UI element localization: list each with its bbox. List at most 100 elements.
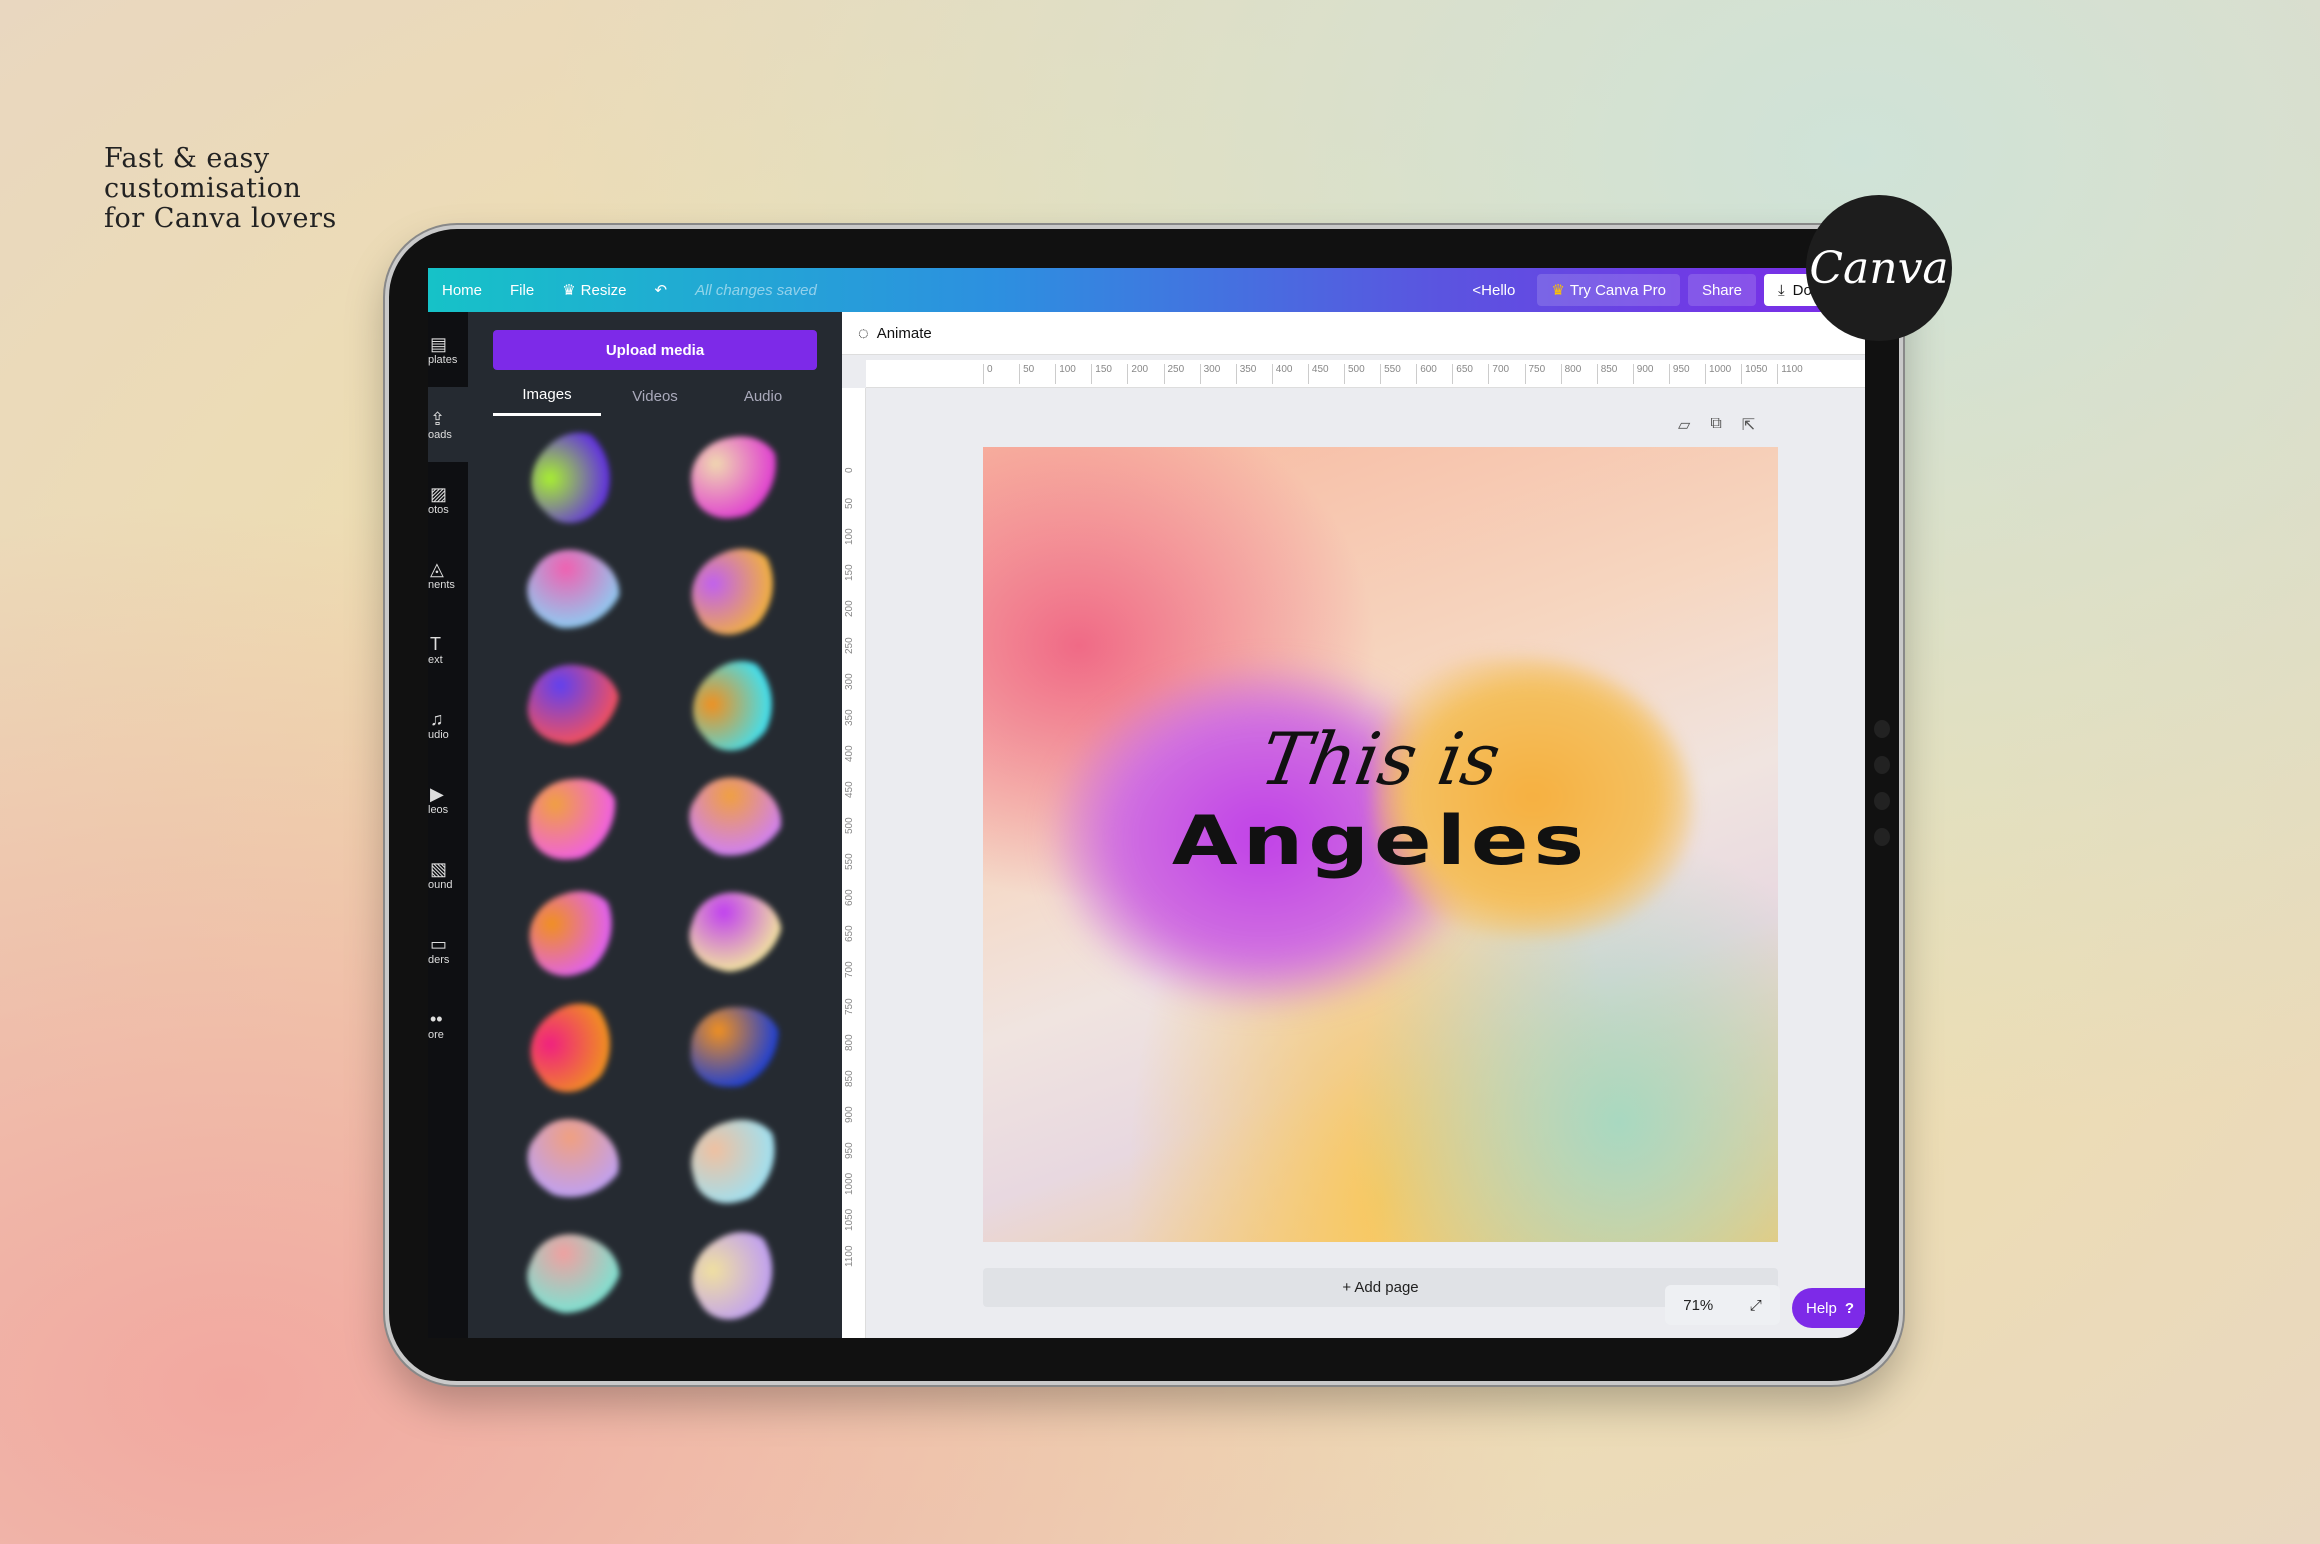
image-grid bbox=[493, 416, 817, 1333]
ruler-tick: 0 bbox=[983, 364, 993, 384]
rail-icon: ▶ bbox=[430, 783, 444, 804]
gradient-shape-image bbox=[682, 1111, 790, 1211]
script-text[interactable]: This is bbox=[983, 717, 1778, 801]
rail-item-ore[interactable]: •• ore bbox=[428, 987, 468, 1062]
rail-label: ore bbox=[428, 1028, 444, 1041]
image-thumbnail[interactable] bbox=[493, 762, 655, 876]
home-button[interactable]: Home bbox=[428, 274, 496, 306]
tablet-side-buttons bbox=[1874, 720, 1890, 846]
ruler-tick: 550 bbox=[844, 853, 855, 871]
crown-icon: ♛ bbox=[562, 282, 576, 299]
image-thumbnail[interactable] bbox=[655, 534, 817, 648]
ruler-tick: 850 bbox=[1596, 364, 1617, 384]
horizontal-ruler: 0 50 100 150 200 250 300 350 400 450 500 550 600 650 7… bbox=[866, 360, 1865, 388]
zoom-level[interactable]: 71% bbox=[1683, 1297, 1713, 1314]
rail-item-ders[interactable]: ▭ ders bbox=[428, 912, 468, 987]
rail-icon: ♫ bbox=[430, 708, 444, 729]
gradient-shape-image bbox=[685, 431, 787, 523]
ruler-tick: 100 bbox=[1055, 364, 1076, 384]
rail-item-leos[interactable]: ▶ leos bbox=[428, 762, 468, 837]
rail-icon: T bbox=[430, 633, 441, 654]
canva-editor: Home File ♛ Resize ↶ All changes saved <H… bbox=[428, 268, 1865, 1338]
rail-item-nents[interactable]: ◬ nents bbox=[428, 537, 468, 612]
rail-label: ders bbox=[428, 953, 450, 966]
ruler-tick: 500 bbox=[844, 817, 855, 834]
rail-label: otos bbox=[428, 503, 449, 516]
hello-link[interactable]: <Hello bbox=[1458, 274, 1529, 306]
image-thumbnail[interactable] bbox=[655, 420, 817, 534]
note-icon[interactable]: ▱ bbox=[1678, 415, 1690, 435]
zoom-control[interactable]: 71% ⤢ bbox=[1665, 1285, 1780, 1325]
ruler-tick: 1050 bbox=[1741, 364, 1767, 384]
gradient-shape-image bbox=[514, 988, 634, 1106]
image-thumbnail[interactable] bbox=[655, 760, 817, 878]
upload-media-button[interactable]: Upload media bbox=[493, 330, 817, 370]
help-button[interactable]: Help? bbox=[1792, 1288, 1865, 1328]
rail-label: ext bbox=[428, 653, 443, 666]
image-thumbnail[interactable] bbox=[655, 1104, 817, 1218]
gradient-shape-image bbox=[513, 416, 635, 538]
rail-item-plates[interactable]: ▤ plates bbox=[428, 312, 468, 387]
ruler-tick: 250 bbox=[844, 636, 855, 654]
image-thumbnail[interactable] bbox=[493, 1218, 655, 1332]
ruler-tick: 700 bbox=[844, 961, 855, 979]
tab-audio[interactable]: Audio bbox=[709, 376, 817, 416]
duplicate-icon[interactable]: ⧉ bbox=[1710, 415, 1721, 435]
ruler-tick: 450 bbox=[1307, 364, 1329, 384]
ruler-tick: 350 bbox=[844, 709, 855, 726]
ruler-tick: 900 bbox=[844, 1106, 855, 1123]
rail-icon: ▨ bbox=[430, 483, 448, 504]
ruler-tick: 50 bbox=[844, 497, 855, 510]
resize-button[interactable]: ♛ Resize bbox=[548, 274, 640, 306]
ruler-tick: 450 bbox=[844, 781, 855, 798]
ruler-tick: 150 bbox=[844, 564, 855, 582]
image-thumbnail[interactable] bbox=[493, 988, 655, 1106]
rail-label: leos bbox=[428, 803, 449, 816]
add-page-button[interactable]: + Add page bbox=[983, 1268, 1778, 1307]
file-menu[interactable]: File bbox=[496, 274, 548, 306]
ruler-tick: 950 bbox=[1668, 364, 1690, 384]
rail-label: ound bbox=[428, 878, 453, 891]
ruler-tick: 400 bbox=[844, 745, 855, 762]
rail-item-ound[interactable]: ▧ ound bbox=[428, 837, 468, 912]
try-canva-pro-button[interactable]: ♛ Try Canva Pro bbox=[1537, 274, 1680, 306]
uploads-panel: Upload media Images Videos Audio bbox=[468, 312, 842, 1338]
tab-images[interactable]: Images bbox=[493, 376, 601, 416]
image-thumbnail[interactable] bbox=[655, 645, 817, 765]
gradient-shape-image bbox=[513, 1101, 635, 1221]
image-thumbnail[interactable] bbox=[655, 876, 817, 990]
fullscreen-icon[interactable]: ⤢ bbox=[1750, 1297, 1762, 1314]
add-page-icon[interactable]: ⇱ bbox=[1742, 415, 1755, 435]
page-actions: ▱ ⧉ ⇱ bbox=[1678, 415, 1755, 435]
ruler-tick: 150 bbox=[1091, 364, 1112, 384]
ruler-tick: 400 bbox=[1271, 364, 1292, 384]
image-thumbnail[interactable] bbox=[655, 990, 817, 1104]
animate-bar: ◌ Animate bbox=[842, 312, 1865, 355]
rail-item-otos[interactable]: ▨ otos bbox=[428, 462, 468, 537]
share-button[interactable]: Share bbox=[1687, 274, 1756, 306]
image-thumbnail[interactable] bbox=[493, 876, 655, 990]
tab-videos[interactable]: Videos bbox=[601, 376, 709, 416]
rail-label: udio bbox=[428, 728, 449, 741]
headline-text[interactable]: Angeles bbox=[983, 802, 1778, 881]
rail-item-oads[interactable]: ⇪ oads bbox=[428, 387, 468, 462]
rail-icon: ◬ bbox=[430, 558, 444, 579]
media-tabs: Images Videos Audio bbox=[493, 376, 817, 416]
image-thumbnail[interactable] bbox=[493, 648, 655, 762]
gradient-shape-image bbox=[680, 881, 792, 985]
image-thumbnail[interactable] bbox=[493, 534, 655, 648]
image-thumbnail[interactable] bbox=[655, 1217, 817, 1333]
gradient-shape-image bbox=[516, 1220, 632, 1330]
rail-item-udio[interactable]: ♫ udio bbox=[428, 687, 468, 762]
ruler-tick: 1100 bbox=[1777, 364, 1803, 384]
image-thumbnail[interactable] bbox=[493, 1101, 655, 1221]
undo-button[interactable]: ↶ bbox=[641, 274, 682, 306]
ruler-tick: 50 bbox=[1019, 364, 1034, 384]
ruler-tick: 800 bbox=[844, 1033, 855, 1051]
image-thumbnail[interactable] bbox=[493, 416, 655, 538]
rail-item-ext[interactable]: Text bbox=[428, 612, 468, 687]
design-page[interactable]: This is Angeles bbox=[983, 447, 1778, 1242]
animate-button[interactable]: Animate bbox=[877, 325, 932, 342]
rail-label: oads bbox=[428, 428, 452, 441]
save-status: All changes saved bbox=[695, 281, 817, 299]
